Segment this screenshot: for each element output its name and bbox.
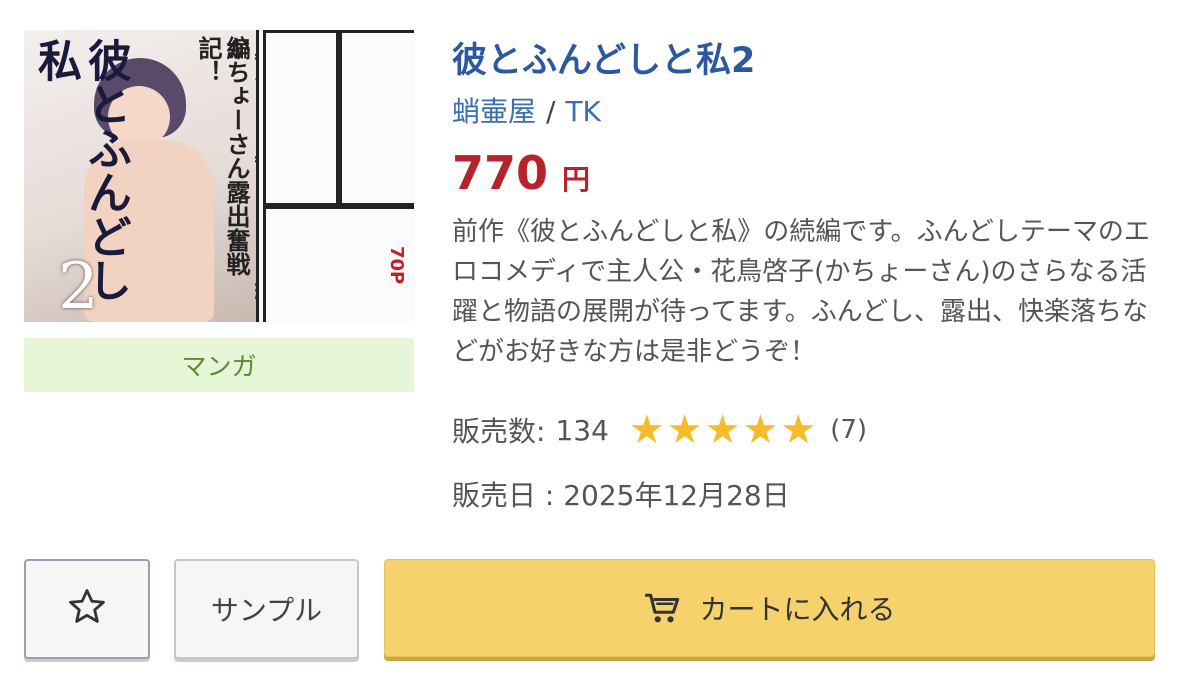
cart-button-label: カートに入れる bbox=[699, 593, 896, 626]
product-title[interactable]: 彼とふんどしと私2 bbox=[452, 32, 755, 83]
star-outline-icon bbox=[66, 586, 108, 632]
sales-count: 134 bbox=[555, 413, 609, 447]
release-date: 販売日 : 2025年12月28日 bbox=[452, 479, 790, 512]
rating-star-icon: ★ bbox=[742, 407, 779, 453]
sample-button[interactable]: サンプル bbox=[174, 559, 359, 659]
rating-star-icon: ★ bbox=[666, 407, 703, 453]
price-currency: 円 bbox=[562, 163, 591, 196]
product-authors: 蛸壷屋 / TK bbox=[452, 90, 601, 130]
add-to-cart-button[interactable]: カートに入れる bbox=[384, 559, 1155, 657]
product-description: 前作《彼とふんどしと私》の続編です。ふんどしテーマのエロコメディで主人公・花鳥啓… bbox=[452, 217, 1150, 367]
sales-rating-row: 販売数: 134 ★ ★ ★ ★ ★ (7) bbox=[452, 408, 867, 452]
cover-page-badge: 70P bbox=[386, 246, 407, 285]
author-link[interactable]: TK bbox=[565, 95, 600, 128]
review-count[interactable]: (7) bbox=[830, 415, 867, 445]
cover-subtitle-2: かちょーさん露出奮戦記！ bbox=[194, 36, 250, 276]
rating-star-icon: ★ bbox=[780, 407, 817, 453]
rating-star-icon: ★ bbox=[628, 407, 665, 453]
product-cover-image[interactable]: 彼とふんどし私 2 《ふんどし》ラブコメ続編 かちょーさん露出奮戦記！ 70P bbox=[24, 30, 414, 322]
author-separator: / bbox=[546, 95, 556, 128]
manga-panel bbox=[263, 30, 339, 206]
price-value: 770 bbox=[452, 146, 549, 200]
manga-panel bbox=[339, 30, 414, 206]
cart-icon bbox=[643, 591, 681, 625]
category-badge[interactable]: マンガ bbox=[24, 338, 414, 392]
circle-link[interactable]: 蛸壷屋 bbox=[452, 95, 536, 128]
rating-star-icon: ★ bbox=[704, 407, 741, 453]
cover-illustration: 彼とふんどし私 2 《ふんどし》ラブコメ続編 かちょーさん露出奮戦記！ bbox=[24, 30, 278, 322]
favorite-button[interactable] bbox=[24, 559, 150, 659]
cover-series-number: 2 bbox=[58, 250, 99, 322]
sales-label: 販売数: bbox=[452, 415, 546, 448]
product-price: 770 円 bbox=[452, 146, 590, 200]
rating-stars[interactable]: ★ ★ ★ ★ ★ bbox=[629, 410, 818, 450]
